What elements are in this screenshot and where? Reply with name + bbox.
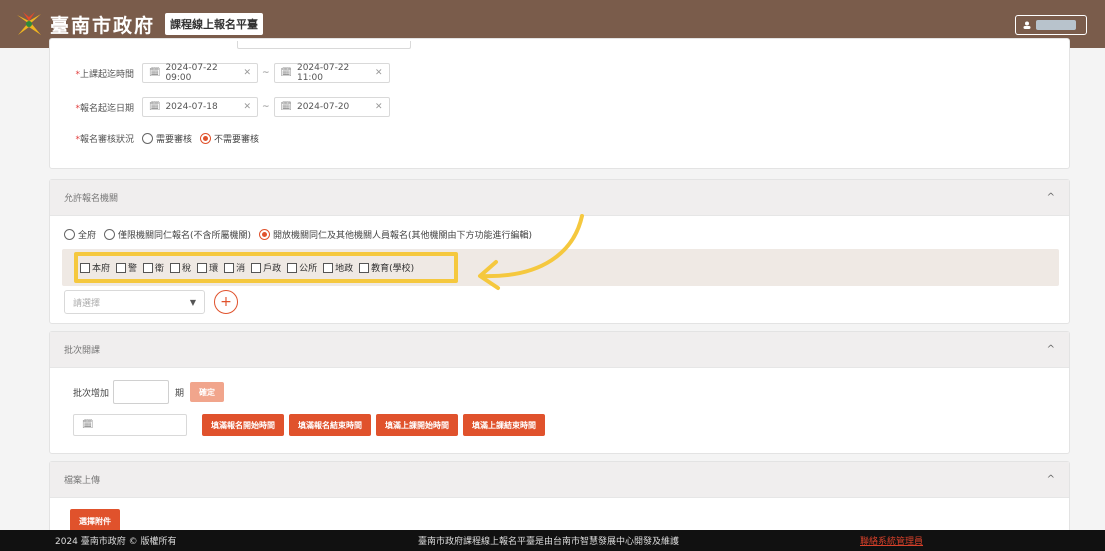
class-time-label: 上課起迄時間: [79, 69, 134, 80]
agency-checkbox[interactable]: 稅: [170, 261, 191, 274]
review-label: 報名審核狀況: [79, 135, 134, 145]
clear-icon[interactable]: ✕: [375, 102, 383, 112]
agency-checkbox[interactable]: 戶政: [251, 261, 281, 274]
class-start-input[interactable]: 🗓 2024-07-22 09:00 ✕: [142, 63, 258, 83]
collapse-icon[interactable]: ^: [1047, 192, 1055, 203]
calendar-icon: 🗓: [280, 68, 292, 78]
signup-end-input[interactable]: 🗓 2024-07-20 ✕: [273, 97, 390, 117]
confirm-button[interactable]: 確定: [190, 382, 225, 402]
batch-count-input[interactable]: [113, 380, 170, 404]
agency-checkboxes: 本府 警 衛 稅 環 消 戶政 公所 地政 教育(學校): [80, 261, 414, 274]
tainan-logo-icon[interactable]: [14, 9, 44, 39]
agency-select[interactable]: 請選擇 ▼: [64, 290, 205, 314]
agency-checkbox[interactable]: 教育(學校): [359, 261, 414, 274]
calendar-icon: 🗓: [82, 420, 94, 430]
platform-title[interactable]: 課程線上報名平臺: [165, 13, 264, 35]
class-time-row: *上課起迄時間 🗓 2024-07-22 09:00 ✕ ~ 🗓 2024-07…: [50, 63, 390, 83]
agency-checkbox[interactable]: 警: [116, 261, 137, 274]
calendar-icon: 🗓: [149, 102, 161, 112]
agency-checkbox[interactable]: 公所: [287, 261, 317, 274]
agencies-header[interactable]: 允許報名機關 ^: [50, 180, 1069, 216]
clear-icon[interactable]: ✕: [375, 68, 383, 78]
agency-checkbox[interactable]: 環: [197, 261, 218, 274]
agency-checkbox[interactable]: 衛: [143, 261, 164, 274]
agency-checkbox[interactable]: 消: [224, 261, 245, 274]
batch-add-row: 批次增加 期 確定: [73, 380, 225, 404]
add-agency-button[interactable]: +: [214, 290, 238, 314]
batch-unit: 期: [175, 388, 185, 399]
collapse-icon[interactable]: ^: [1047, 344, 1055, 355]
fill-signup-end-button[interactable]: 填滿報名結束時間: [289, 414, 371, 436]
calendar-icon: 🗓: [149, 68, 161, 78]
copyright-text: 2024 臺南市政府 © 版權所有: [55, 537, 177, 547]
review-required-radio[interactable]: 需要審核: [142, 132, 192, 145]
signup-date-row: *報名起迄日期 🗓 2024-07-18 ✕ ~ 🗓 2024-07-20 ✕: [50, 97, 390, 117]
agency-checkbox[interactable]: 地政: [323, 261, 353, 274]
review-row: *報名審核狀況 需要審核 不需要審核: [50, 132, 267, 145]
upload-card: 檔案上傳 ^ 選擇附件: [49, 461, 1070, 541]
chevron-down-icon: ▼: [189, 297, 196, 307]
user-name-redacted: [1036, 20, 1076, 30]
batch-add-label: 批次增加: [73, 388, 110, 399]
upload-header[interactable]: 檔案上傳 ^: [50, 462, 1069, 498]
fill-class-start-button[interactable]: 填滿上課開始時間: [376, 414, 458, 436]
user-menu-button[interactable]: [1015, 15, 1087, 35]
fill-class-end-button[interactable]: 填滿上課結束時間: [463, 414, 545, 436]
allowed-agencies-card: 允許報名機關 ^ 全府 僅限機關同仁報名(不含所屬機關) 開放機關同仁及其他機關…: [49, 179, 1070, 324]
batch-date-input[interactable]: 🗓: [73, 414, 187, 436]
previous-field-edge: [237, 41, 411, 49]
batch-card: 批次開課 ^ 批次增加 期 確定 🗓 填滿報名開始時間 填滿報名結束時間 填滿上…: [49, 331, 1070, 454]
fill-buttons: 填滿報名開始時間 填滿報名結束時間 填滿上課開始時間 填滿上課結束時間: [202, 414, 545, 436]
upload-title: 檔案上傳: [64, 476, 101, 486]
clear-icon[interactable]: ✕: [243, 68, 251, 78]
course-info-card: *上課起迄時間 🗓 2024-07-22 09:00 ✕ ~ 🗓 2024-07…: [49, 38, 1070, 169]
agency-checkbox[interactable]: 本府: [80, 261, 110, 274]
credit-text: 臺南市政府課程線上報名平臺是由台南市智慧發展中心開發及維護: [418, 537, 680, 547]
review-not-required-radio[interactable]: 不需要審核: [200, 132, 259, 145]
footer: 2024 臺南市政府 © 版權所有 臺南市政府課程線上報名平臺是由台南市智慧發展…: [0, 530, 1105, 551]
batch-title: 批次開課: [64, 346, 101, 356]
agencies-title: 允許報名機關: [64, 194, 119, 204]
scope-own-radio[interactable]: 僅限機關同仁報名(不含所屬機關): [104, 228, 251, 241]
collapse-icon[interactable]: ^: [1047, 474, 1055, 485]
contact-admin-link[interactable]: 聯絡系統管理員: [860, 534, 923, 547]
calendar-icon: 🗓: [280, 102, 292, 112]
scope-radio-group: 全府 僅限機關同仁報名(不含所屬機關) 開放機關同仁及其他機關人員報名(其他機關…: [64, 228, 540, 241]
fill-signup-start-button[interactable]: 填滿報名開始時間: [202, 414, 284, 436]
clear-icon[interactable]: ✕: [243, 102, 251, 112]
signup-date-label: 報名起迄日期: [79, 103, 134, 114]
city-name[interactable]: 臺南市政府: [50, 11, 155, 38]
scope-all-radio[interactable]: 全府: [64, 228, 96, 241]
signup-start-input[interactable]: 🗓 2024-07-18 ✕: [142, 97, 258, 117]
arrow-annotation-icon: [478, 214, 584, 290]
user-icon: [1023, 21, 1031, 29]
batch-header[interactable]: 批次開課 ^: [50, 332, 1069, 368]
class-end-input[interactable]: 🗓 2024-07-22 11:00 ✕: [273, 63, 390, 83]
